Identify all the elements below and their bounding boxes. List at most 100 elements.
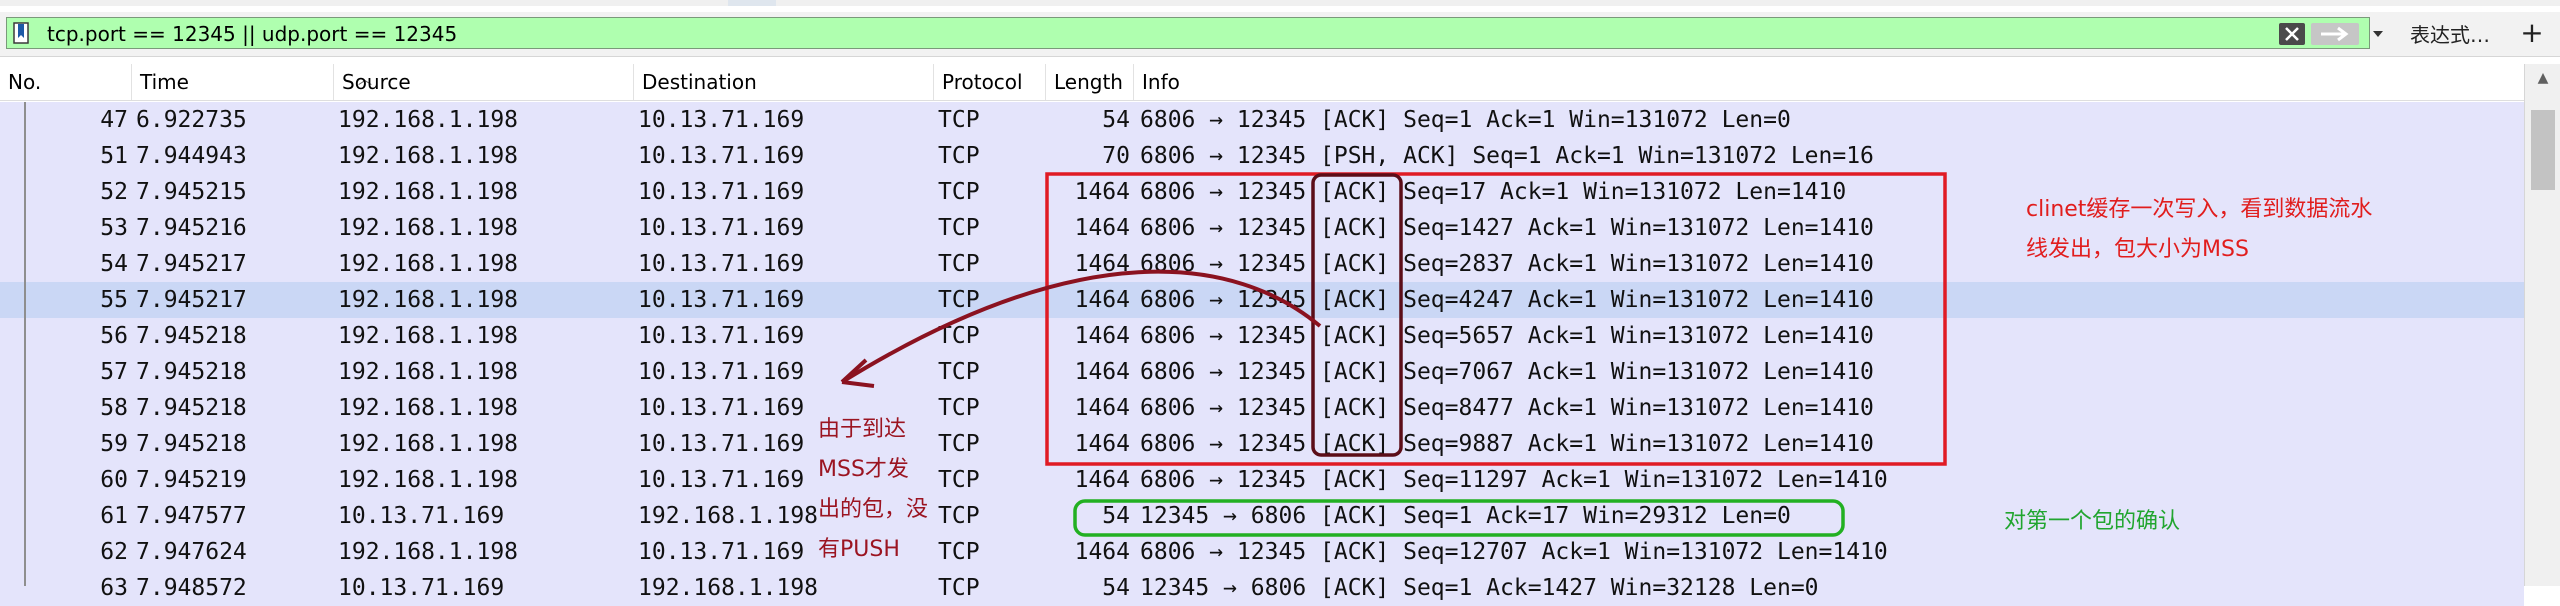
packet-src-cell: 192.168.1.198 xyxy=(338,179,519,205)
column-length[interactable]: Length xyxy=(1046,64,1134,100)
packet-time-cell: 6.922735 xyxy=(136,107,247,133)
vertical-scrollbar[interactable]: ▲ xyxy=(2524,64,2560,586)
packet-no-cell: 61 xyxy=(100,503,128,529)
packet-len-cell: 54 xyxy=(1102,503,1130,529)
scroll-up-icon[interactable]: ▲ xyxy=(2525,70,2560,94)
packet-row[interactable]: 47 6.922735 192.168.1.198 10.13.71.169 TCP 54… xyxy=(0,102,2524,138)
packet-dst-cell: 10.13.71.169 xyxy=(638,395,805,421)
bookmark-icon[interactable] xyxy=(13,22,29,44)
packet-time-cell: 7.945217 xyxy=(136,287,247,313)
packet-row[interactable]: 56 7.945218 192.168.1.198 10.13.71.169 TCP 14… xyxy=(0,318,2524,354)
packet-no-cell: 55 xyxy=(100,287,128,313)
clear-icon[interactable] xyxy=(2279,23,2305,45)
packet-dst-cell: 10.13.71.169 xyxy=(638,359,805,385)
scroll-thumb[interactable] xyxy=(2531,110,2555,190)
packet-no-cell: 62 xyxy=(100,539,128,565)
apply-arrow-icon[interactable] xyxy=(2311,23,2359,45)
packet-info-cell: 6806 → 12345 [ACK] Seq=9887 Ack=1 Win=13… xyxy=(1140,431,1874,457)
packet-no-cell: 54 xyxy=(100,251,128,277)
packet-list-header: No. Time ︿ Source Destination Protocol Le… xyxy=(0,64,2524,101)
mss-note-line2: MSS才发 xyxy=(818,457,909,482)
chevron-down-icon[interactable] xyxy=(2371,27,2385,41)
packet-dst-cell: 10.13.71.169 xyxy=(638,467,805,493)
packet-time-cell: 7.945219 xyxy=(136,467,247,493)
toolbar-button-fragment[interactable] xyxy=(728,0,776,6)
packet-info-cell: 6806 → 12345 [ACK] Seq=1427 Ack=1 Win=13… xyxy=(1140,215,1874,241)
packet-len-cell: 54 xyxy=(1102,575,1130,601)
packet-dst-cell: 10.13.71.169 xyxy=(638,179,805,205)
column-source[interactable]: Source xyxy=(334,64,634,100)
packet-time-cell: 7.945218 xyxy=(136,359,247,385)
packet-info-cell: 12345 → 6806 [ACK] Seq=1 Ack=17 Win=2931… xyxy=(1140,503,1791,529)
packet-row[interactable]: 63 7.948572 10.13.71.169 192.168.1.198 TCP 54… xyxy=(0,570,2524,606)
column-time-label: Time xyxy=(140,70,189,94)
packet-info-cell: 6806 → 12345 [ACK] Seq=5657 Ack=1 Win=13… xyxy=(1140,323,1874,349)
packet-time-cell: 7.945216 xyxy=(136,215,247,241)
packet-info-cell: 6806 → 12345 [ACK] Seq=11297 Ack=1 Win=1… xyxy=(1140,467,1888,493)
packet-src-cell: 10.13.71.169 xyxy=(338,575,505,601)
column-time[interactable]: Time ︿ xyxy=(132,64,372,100)
mss-note-line1: 由于到达 xyxy=(818,417,907,442)
packet-len-cell: 1464 xyxy=(1074,539,1130,565)
packet-time-cell: 7.947577 xyxy=(136,503,247,529)
add-filter-button[interactable]: + xyxy=(2514,18,2550,50)
expression-button[interactable]: 表达式… xyxy=(2388,20,2512,50)
packet-proto-cell: TCP xyxy=(938,359,980,385)
packet-dst-cell: 10.13.71.169 xyxy=(638,431,805,457)
display-filter-bar: tcp.port == 12345 || udp.port == 12345 表… xyxy=(0,12,2560,57)
packet-dst-cell: 10.13.71.169 xyxy=(638,287,805,313)
packet-proto-cell: TCP xyxy=(938,179,980,205)
column-info[interactable]: Info xyxy=(1134,64,2524,100)
packet-proto-cell: TCP xyxy=(938,215,980,241)
top-toolbar-strip xyxy=(0,0,2560,6)
packet-proto-cell: TCP xyxy=(938,323,980,349)
packet-proto-cell: TCP xyxy=(938,467,980,493)
column-destination[interactable]: Destination xyxy=(634,64,934,100)
mss-note-line3: 出的包，没 xyxy=(818,497,929,522)
packet-len-cell: 1464 xyxy=(1074,179,1130,205)
packet-dst-cell: 192.168.1.198 xyxy=(638,575,819,601)
packet-len-cell: 1464 xyxy=(1074,287,1130,313)
packet-dst-cell: 192.168.1.198 xyxy=(638,503,819,529)
packet-dst-cell: 10.13.71.169 xyxy=(638,539,805,565)
mss-note-line4: 有PUSH xyxy=(818,537,900,562)
packet-src-cell: 192.168.1.198 xyxy=(338,431,519,457)
filter-expression-text: tcp.port == 12345 || udp.port == 12345 xyxy=(47,22,458,46)
column-protocol[interactable]: Protocol xyxy=(934,64,1046,100)
display-filter-input[interactable]: tcp.port == 12345 || udp.port == 12345 xyxy=(6,17,2383,49)
packet-info-cell: 6806 → 12345 [ACK] Seq=12707 Ack=1 Win=1… xyxy=(1140,539,1888,565)
packet-len-cell: 1464 xyxy=(1074,395,1130,421)
packet-dst-cell: 10.13.71.169 xyxy=(638,215,805,241)
packet-src-cell: 192.168.1.198 xyxy=(338,287,519,313)
packet-row[interactable]: 59 7.945218 192.168.1.198 10.13.71.169 TCP 14… xyxy=(0,426,2524,462)
packet-time-cell: 7.944943 xyxy=(136,143,247,169)
packet-no-cell: 53 xyxy=(100,215,128,241)
column-no[interactable]: No. xyxy=(0,64,132,100)
packet-src-cell: 192.168.1.198 xyxy=(338,539,519,565)
packet-src-cell: 192.168.1.198 xyxy=(338,323,519,349)
packet-row[interactable]: 57 7.945218 192.168.1.198 10.13.71.169 TCP 14… xyxy=(0,354,2524,390)
packet-src-cell: 192.168.1.198 xyxy=(338,107,519,133)
packet-proto-cell: TCP xyxy=(938,287,980,313)
packet-info-cell: 12345 → 6806 [ACK] Seq=1 Ack=1427 Win=32… xyxy=(1140,575,1819,601)
packet-row[interactable]: 60 7.945219 192.168.1.198 10.13.71.169 TCP 14… xyxy=(0,462,2524,498)
packet-info-cell: 6806 → 12345 [ACK] Seq=17 Ack=1 Win=1310… xyxy=(1140,179,1847,205)
packet-no-cell: 60 xyxy=(100,467,128,493)
packet-row[interactable]: 55 7.945217 192.168.1.198 10.13.71.169 TCP 14… xyxy=(0,282,2524,318)
packet-len-cell: 1464 xyxy=(1074,251,1130,277)
packet-no-cell: 58 xyxy=(100,395,128,421)
packet-no-cell: 59 xyxy=(100,431,128,457)
packet-row[interactable]: 58 7.945218 192.168.1.198 10.13.71.169 TCP 14… xyxy=(0,390,2524,426)
packet-dst-cell: 10.13.71.169 xyxy=(638,251,805,277)
packet-proto-cell: TCP xyxy=(938,539,980,565)
packet-no-cell: 56 xyxy=(100,323,128,349)
packet-info-cell: 6806 → 12345 [ACK] Seq=1 Ack=1 Win=13107… xyxy=(1140,107,1791,133)
packet-src-cell: 192.168.1.198 xyxy=(338,143,519,169)
packet-time-cell: 7.945218 xyxy=(136,395,247,421)
packet-time-cell: 7.947624 xyxy=(136,539,247,565)
packet-len-cell: 1464 xyxy=(1074,467,1130,493)
packet-dst-cell: 10.13.71.169 xyxy=(638,323,805,349)
packet-len-cell: 1464 xyxy=(1074,431,1130,457)
packet-row[interactable]: 51 7.944943 192.168.1.198 10.13.71.169 TCP 70… xyxy=(0,138,2524,174)
packet-proto-cell: TCP xyxy=(938,143,980,169)
